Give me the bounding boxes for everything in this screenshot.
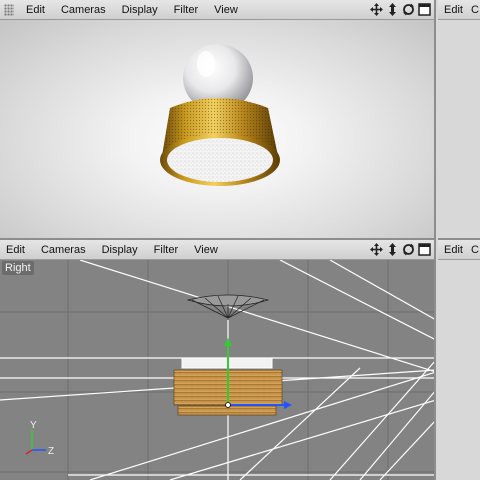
right-viewport[interactable]: Edit Cameras Display Filter View Y Z Rig… bbox=[0, 240, 436, 480]
wireframe-scene: Y Z bbox=[0, 260, 434, 480]
view-name-label: Right bbox=[2, 261, 34, 275]
maximize-icon[interactable] bbox=[418, 2, 431, 16]
perspective-viewport[interactable]: Edit Cameras Display Filter View bbox=[0, 0, 436, 240]
axis-label-z: Z bbox=[48, 446, 54, 457]
menu-filter[interactable]: Filter bbox=[166, 4, 206, 16]
menu-cameras[interactable]: C bbox=[471, 4, 479, 16]
move-icon[interactable] bbox=[370, 2, 383, 16]
viewport-menubar: Edit Cameras Display Filter View bbox=[0, 240, 434, 260]
move-icon[interactable] bbox=[370, 242, 383, 256]
axis-label-y: Y bbox=[30, 420, 37, 431]
viewport-grip-icon[interactable] bbox=[4, 3, 14, 16]
top-right-canvas[interactable] bbox=[438, 20, 480, 238]
bottom-right-viewport[interactable]: Edit C bbox=[438, 240, 480, 480]
lamp-render bbox=[160, 44, 280, 186]
viewport-menubar: Edit Cameras Display Filter View bbox=[0, 0, 434, 20]
rotate-icon[interactable] bbox=[402, 2, 415, 16]
menu-display[interactable]: Display bbox=[114, 4, 166, 16]
menu-cameras[interactable]: C bbox=[471, 244, 479, 256]
menu-cameras[interactable]: Cameras bbox=[53, 4, 114, 16]
rotate-icon[interactable] bbox=[402, 242, 415, 256]
menu-view[interactable]: View bbox=[206, 4, 246, 16]
menu-view[interactable]: View bbox=[186, 244, 226, 256]
top-right-viewport[interactable]: Edit C bbox=[438, 0, 480, 240]
menu-filter[interactable]: Filter bbox=[146, 244, 186, 256]
lampshade-wireframe bbox=[186, 294, 270, 319]
object-pivot[interactable] bbox=[225, 402, 231, 408]
maximize-icon[interactable] bbox=[418, 242, 431, 256]
perspective-canvas[interactable] bbox=[0, 20, 434, 238]
zoom-icon[interactable] bbox=[386, 2, 399, 16]
menu-edit[interactable]: Edit bbox=[438, 244, 471, 256]
zoom-icon[interactable] bbox=[386, 242, 399, 256]
menu-cameras[interactable]: Cameras bbox=[33, 244, 94, 256]
menu-edit[interactable]: Edit bbox=[0, 244, 33, 256]
menu-edit[interactable]: Edit bbox=[18, 4, 53, 16]
menu-edit[interactable]: Edit bbox=[438, 4, 471, 16]
menu-display[interactable]: Display bbox=[94, 244, 146, 256]
axis-indicator bbox=[25, 430, 46, 455]
viewport-menubar: Edit C bbox=[438, 0, 480, 20]
bottom-right-canvas[interactable] bbox=[438, 260, 480, 480]
viewport-menubar: Edit C bbox=[438, 240, 480, 260]
right-view-canvas[interactable]: Y Z bbox=[0, 260, 434, 480]
